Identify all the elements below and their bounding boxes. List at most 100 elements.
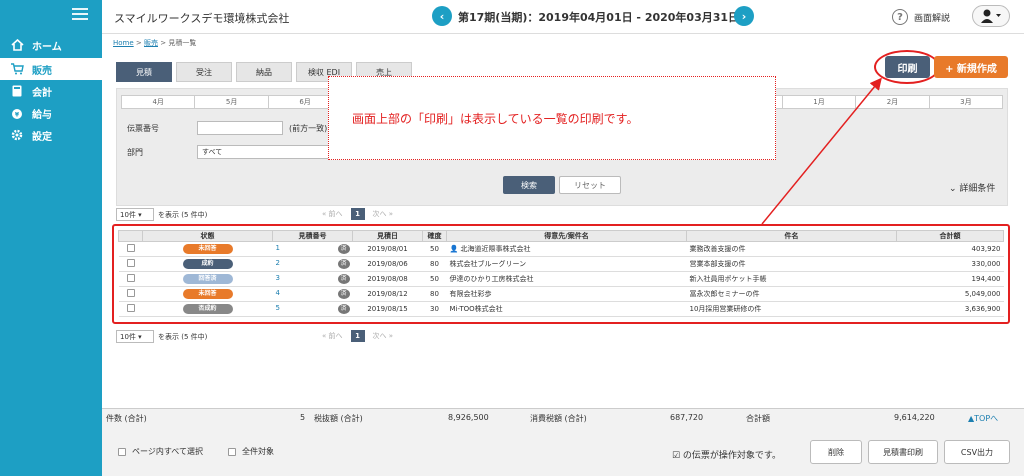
tab-order[interactable]: 受注: [176, 62, 232, 82]
prev-page-link[interactable]: « 前へ: [322, 209, 343, 219]
current-page[interactable]: 1: [350, 330, 365, 342]
next-period-button[interactable]: ›: [734, 6, 754, 26]
search-button[interactable]: 検索: [503, 176, 555, 194]
probability: 30: [422, 301, 447, 317]
tab-quote[interactable]: 見積: [116, 62, 172, 82]
top-bar: スマイルワークスデモ環境株式会社 ‹ 第17期(当期)：2019年04月01日 …: [102, 0, 1024, 34]
client-name: Mi-TOO株式会社: [449, 305, 503, 313]
client-name: 株式会社ブルーグリーン: [449, 260, 527, 268]
row-checkbox[interactable]: [126, 289, 135, 297]
quote-number-link[interactable]: 2: [276, 259, 280, 267]
row-checkbox[interactable]: [126, 304, 135, 312]
column-header-total[interactable]: 合計額: [896, 230, 1004, 242]
column-header-client[interactable]: 得意先/案件名: [446, 230, 687, 242]
client-name: 伊達のひかり工房株式会社: [449, 275, 534, 283]
annotation-callout-text: 画面上部の「印刷」は表示している一覧の印刷です。: [352, 112, 639, 126]
detail-conditions-label: 詳細条件: [959, 184, 996, 194]
column-header-number[interactable]: 見積番号: [272, 230, 353, 242]
pager-top: 10件 ▾ を表示 (5 件中) « 前へ 1 次へ »: [116, 208, 1008, 222]
column-header-subject[interactable]: 件名: [686, 230, 897, 242]
select-page-label: ページ内すべて選択: [132, 447, 203, 456]
month-cell[interactable]: 2月: [856, 96, 930, 108]
nav-item-settings[interactable]: 設定: [0, 124, 102, 146]
row-checkbox[interactable]: [126, 259, 135, 267]
month-cell[interactable]: 3月: [930, 96, 1002, 108]
done-badge: 済: [337, 289, 350, 299]
tab-delivery[interactable]: 納品: [236, 62, 292, 82]
calculator-icon: [10, 84, 24, 98]
month-cell[interactable]: 1月: [783, 96, 857, 108]
breadcrumb-home[interactable]: Home: [113, 39, 134, 47]
row-checkbox-cell: [118, 241, 143, 257]
person-icon: 👤: [449, 245, 461, 253]
pagination: « 前へ 1 次へ »: [322, 330, 393, 342]
row-checkbox[interactable]: [126, 274, 135, 282]
slip-number-input[interactable]: [197, 121, 283, 135]
checkbox[interactable]: [228, 447, 236, 456]
department-select[interactable]: すべて: [197, 145, 331, 159]
column-header-status[interactable]: 状態: [142, 230, 273, 242]
breadcrumb-sales[interactable]: 販売: [144, 39, 158, 47]
table-row[interactable]: 否成約 5 済 2019/08/15 30 Mi-TOO株式会社 10月採用営業研修の件 3,…: [118, 301, 1004, 317]
footer-actions: ページ内すべて選択 全件対象 ☑ の伝票が操作対象です。 削除 見積書印刷 CS…: [102, 426, 1024, 476]
table-row[interactable]: 未回答 4 済 2019/08/12 80 有限会社彩歩 冨永次郎セミナーの件 5,049,0…: [118, 286, 1004, 302]
table-row[interactable]: 回答済 3 済 2019/08/08 50 伊達のひかり工房株式会社 新入社員用ポケット手帳…: [118, 271, 1004, 287]
delete-button[interactable]: 削除: [810, 440, 862, 464]
money-bag-icon: ¥: [10, 106, 24, 120]
gear-icon: [10, 128, 24, 142]
quote-number-cell: 4済: [272, 286, 353, 302]
next-page-link[interactable]: 次へ »: [373, 209, 394, 219]
nav-item-home[interactable]: ホーム: [0, 34, 102, 56]
month-cell[interactable]: 5月: [195, 96, 269, 108]
quote-number-cell: 5済: [272, 301, 353, 317]
per-page-select[interactable]: 10件 ▾: [116, 208, 154, 221]
sidebar: ホーム 販売 会計 ¥ 給与 設定: [0, 0, 102, 476]
done-badge: 済: [337, 244, 350, 254]
checkbox[interactable]: [118, 447, 126, 456]
select-page-checkbox[interactable]: ページ内すべて選択: [118, 446, 203, 457]
help-icon[interactable]: ?: [892, 9, 908, 25]
user-icon: [981, 9, 1001, 23]
subject: 新入社員用ポケット手帳: [686, 271, 897, 287]
slip-number-label: 伝票番号: [127, 124, 159, 133]
back-to-top-link[interactable]: ▲TOPへ: [968, 413, 998, 424]
table-row[interactable]: 未回答 1 済 2019/08/01 50 👤 北海道近際事株式会社 業務改善支援の件 403…: [118, 241, 1004, 257]
nav-item-sales[interactable]: 販売: [0, 58, 102, 80]
current-page[interactable]: 1: [350, 208, 365, 220]
status-badge: 未回答: [182, 289, 233, 299]
help-link[interactable]: 画面解説: [914, 11, 950, 24]
column-header-date[interactable]: 見積日: [352, 230, 423, 242]
user-menu-button[interactable]: [972, 5, 1010, 27]
client-cell: Mi-TOO株式会社: [446, 301, 687, 317]
quote-number-link[interactable]: 5: [276, 304, 280, 312]
prev-page-link[interactable]: « 前へ: [322, 331, 343, 341]
month-cell[interactable]: 4月: [122, 96, 196, 108]
nav-item-payroll[interactable]: ¥ 給与: [0, 102, 102, 124]
quote-print-button[interactable]: 見積書印刷: [868, 440, 938, 464]
quote-number-link[interactable]: 3: [276, 274, 280, 282]
nav-item-accounting[interactable]: 会計: [0, 80, 102, 102]
fiscal-period: 第17期(当期)：2019年04月01日 - 2020年03月31日: [458, 11, 740, 24]
csv-export-button[interactable]: CSV出力: [944, 440, 1010, 464]
client-cell: 伊達のひかり工房株式会社: [446, 271, 687, 287]
status-badge: 回答済: [182, 274, 233, 284]
probability: 50: [422, 241, 447, 257]
client-cell: 株式会社ブルーグリーン: [446, 256, 687, 272]
reset-button[interactable]: リセット: [559, 176, 621, 194]
new-create-button[interactable]: + 新規作成: [934, 56, 1008, 78]
detail-conditions-toggle[interactable]: ⌄ 詳細条件: [949, 181, 995, 194]
select-all-checkbox[interactable]: 全件対象: [228, 446, 274, 457]
quote-number-link[interactable]: 4: [276, 289, 280, 297]
nav-label-settings: 設定: [32, 131, 52, 143]
client-name: 北海道近際事株式会社: [460, 245, 531, 253]
next-page-link[interactable]: 次へ »: [373, 331, 394, 341]
prev-period-button[interactable]: ‹: [432, 6, 452, 26]
hamburger-menu-icon[interactable]: [72, 8, 88, 21]
column-header-probability[interactable]: 確度: [422, 230, 447, 242]
probability: 80: [422, 286, 447, 302]
table-row[interactable]: 成約 2 済 2019/08/06 80 株式会社ブルーグリーン 営業本部支援の件 330,0…: [118, 256, 1004, 272]
status-badge: 否成約: [182, 304, 233, 314]
row-checkbox[interactable]: [126, 244, 135, 252]
quote-number-link[interactable]: 1: [276, 244, 280, 252]
per-page-select[interactable]: 10件 ▾: [116, 330, 154, 343]
